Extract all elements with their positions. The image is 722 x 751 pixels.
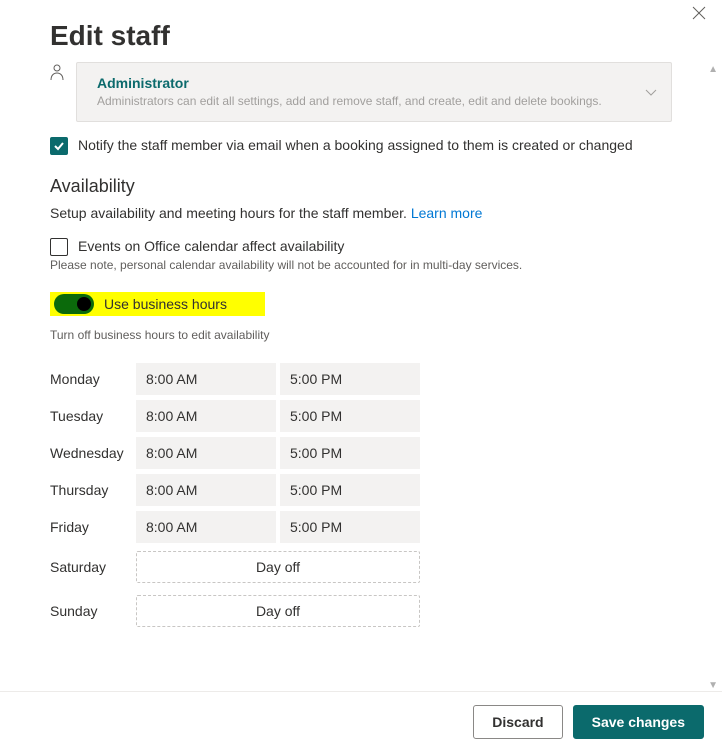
toggle-knob [77,297,91,311]
footer-bar: Discard Save changes [0,691,722,751]
schedule-row: Friday 8:00 AM 5:00 PM [50,508,672,545]
office-calendar-note: Please note, personal calendar availabil… [50,258,672,272]
business-hours-toggle[interactable] [54,294,94,314]
end-time-field[interactable]: 5:00 PM [280,474,420,506]
office-calendar-checkbox[interactable] [50,238,68,256]
start-time-field[interactable]: 8:00 AM [136,474,276,506]
person-icon [50,64,64,83]
end-time-field[interactable]: 5:00 PM [280,400,420,432]
checkmark-icon [53,140,65,152]
day-label: Saturday [50,559,136,575]
schedule-row: Saturday Day off [50,545,672,589]
end-time-field[interactable]: 5:00 PM [280,363,420,395]
discard-button[interactable]: Discard [473,705,562,739]
day-label: Thursday [50,482,136,498]
start-time-field[interactable]: 8:00 AM [136,400,276,432]
business-hours-label: Use business hours [104,296,227,312]
availability-description: Setup availability and meeting hours for… [50,205,672,221]
schedule-table: Monday 8:00 AM 5:00 PM Tuesday 8:00 AM 5… [50,360,672,633]
day-label: Friday [50,519,136,535]
day-off-cell[interactable]: Day off [136,595,420,627]
page-title: Edit staff [50,20,672,52]
day-label: Monday [50,371,136,387]
schedule-row: Thursday 8:00 AM 5:00 PM [50,471,672,508]
chevron-down-icon [645,84,657,100]
schedule-row: Tuesday 8:00 AM 5:00 PM [50,397,672,434]
schedule-row: Sunday Day off [50,589,672,633]
role-name: Administrator [97,75,631,91]
schedule-row: Wednesday 8:00 AM 5:00 PM [50,434,672,471]
notify-label: Notify the staff member via email when a… [78,136,672,156]
start-time-field[interactable]: 8:00 AM [136,437,276,469]
day-label: Sunday [50,603,136,619]
scroll-down-icon[interactable]: ▼ [708,680,718,691]
end-time-field[interactable]: 5:00 PM [280,511,420,543]
panel-body: Edit staff Administrator Administrators … [0,0,722,690]
learn-more-link[interactable]: Learn more [411,205,483,221]
scroll-up-icon[interactable]: ▲ [708,64,718,75]
role-description: Administrators can edit all settings, ad… [97,93,631,109]
schedule-row: Monday 8:00 AM 5:00 PM [50,360,672,397]
availability-heading: Availability [50,176,672,197]
start-time-field[interactable]: 8:00 AM [136,363,276,395]
business-hours-highlight: Use business hours [50,292,265,316]
save-button[interactable]: Save changes [573,705,704,739]
business-hours-note: Turn off business hours to edit availabi… [50,328,672,342]
day-label: Tuesday [50,408,136,424]
office-calendar-label: Events on Office calendar affect availab… [78,237,672,257]
day-off-cell[interactable]: Day off [136,551,420,583]
notify-checkbox[interactable] [50,137,68,155]
start-time-field[interactable]: 8:00 AM [136,511,276,543]
day-label: Wednesday [50,445,136,461]
role-dropdown[interactable]: Administrator Administrators can edit al… [76,62,672,122]
end-time-field[interactable]: 5:00 PM [280,437,420,469]
